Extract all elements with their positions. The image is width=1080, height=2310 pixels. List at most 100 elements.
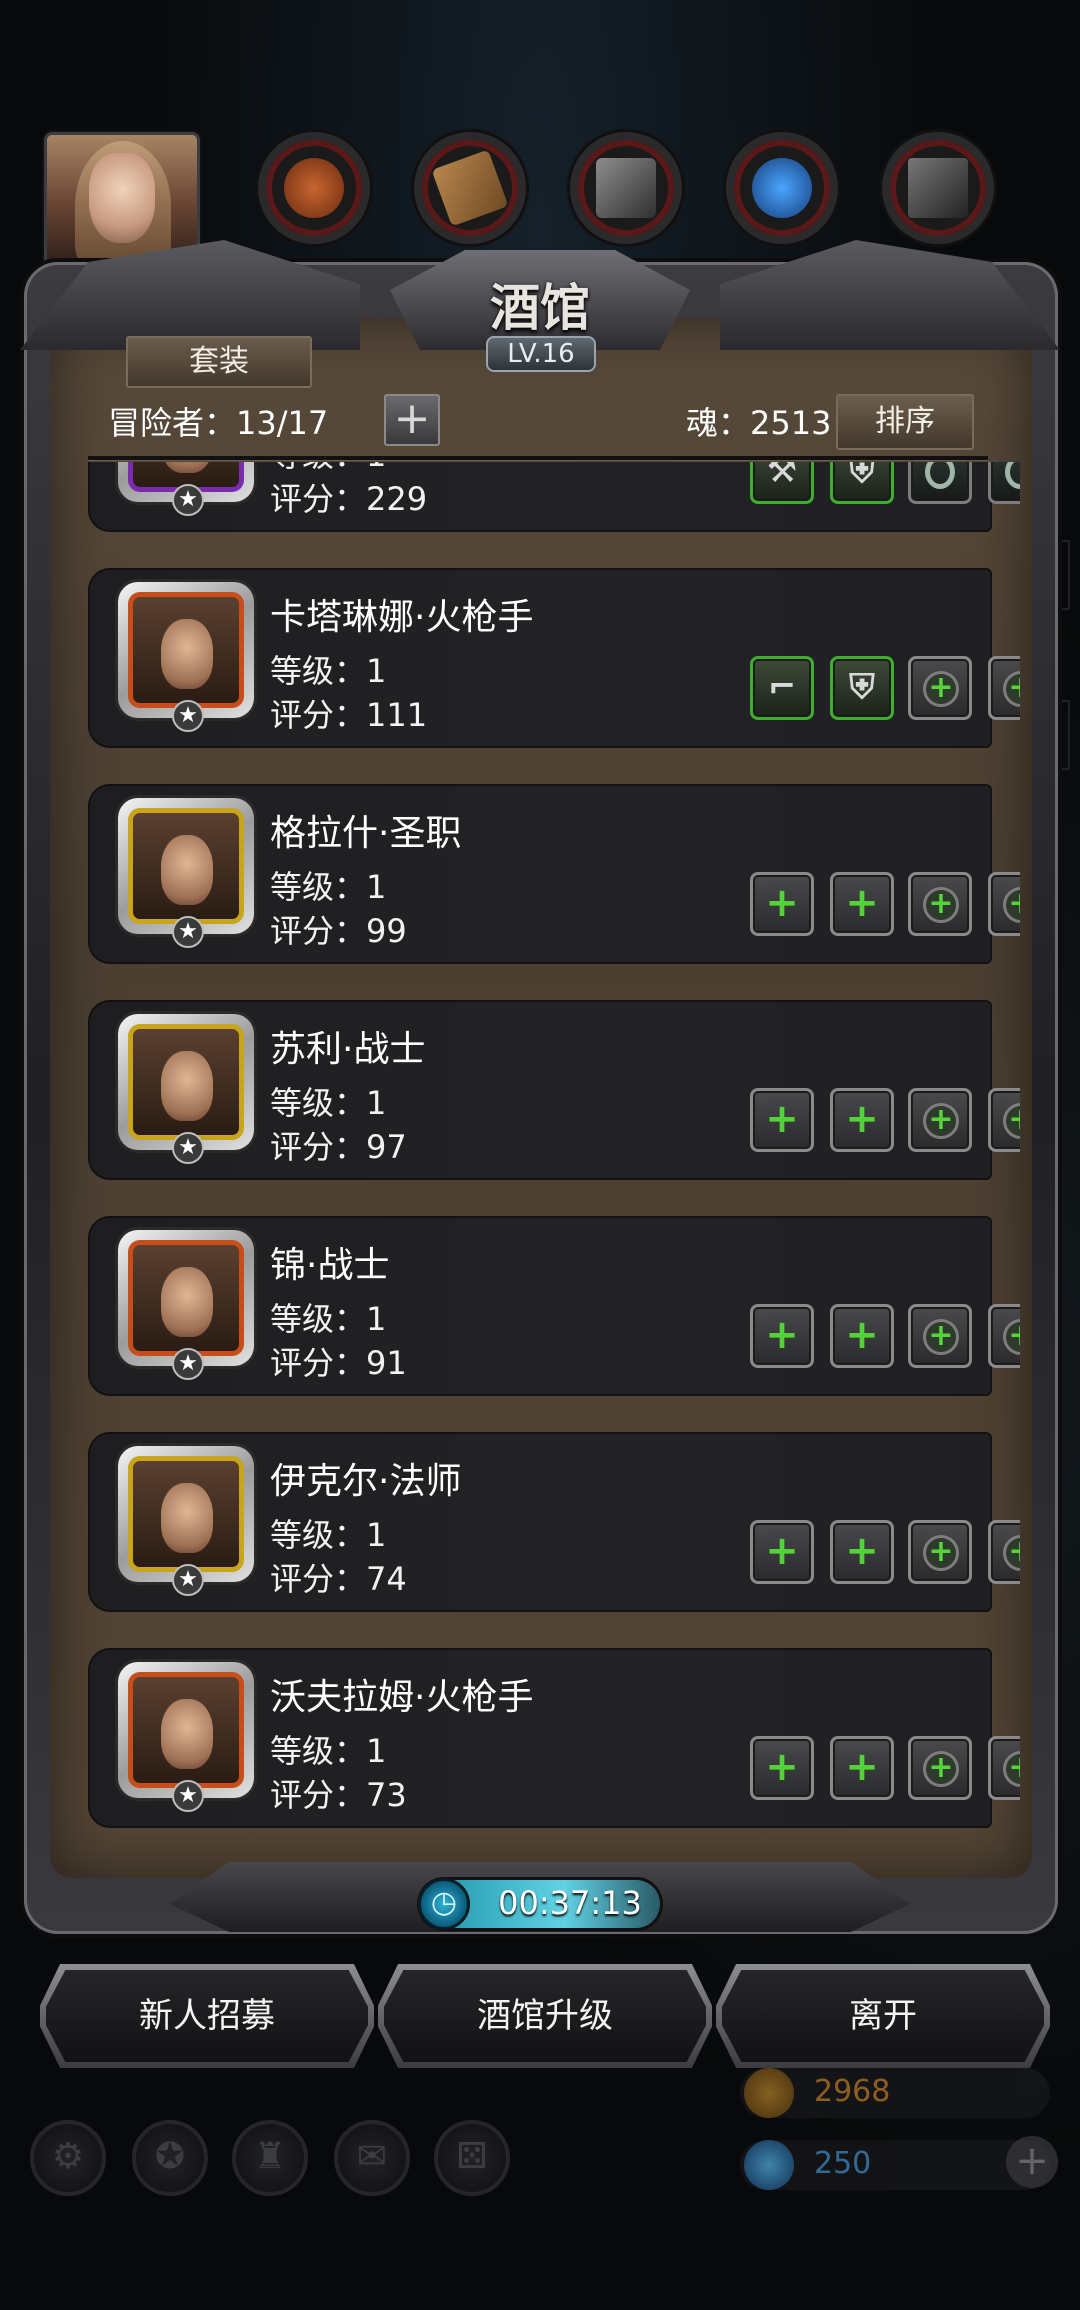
equipment-slot[interactable]: +	[750, 1736, 814, 1800]
equipment-slot[interactable]: +	[830, 1088, 894, 1152]
clock-icon: ◷	[418, 1878, 470, 1930]
equipment-slot[interactable]: +	[988, 1088, 1020, 1152]
hero-avatar[interactable]: ★	[118, 1662, 254, 1812]
hero-avatar[interactable]: ★	[118, 798, 254, 948]
equipment-slot[interactable]: ⛨	[830, 656, 894, 720]
suit-button[interactable]: 套装	[126, 336, 312, 388]
equipment-slot[interactable]: +	[988, 656, 1020, 720]
ring-icon	[1005, 462, 1020, 489]
equipment-slot[interactable]: +	[908, 1088, 972, 1152]
equipment-slot[interactable]: +	[830, 1304, 894, 1368]
equipment-slot[interactable]: +	[988, 1304, 1020, 1368]
equipment-slot[interactable]: +	[988, 872, 1020, 936]
hero-name: 锦·战士	[270, 1245, 390, 1286]
adventurer-count: 冒险者：13/17	[108, 404, 329, 442]
equipment-slot[interactable]: +	[908, 1520, 972, 1584]
equipment-slot[interactable]: +	[830, 872, 894, 936]
dice-icon[interactable]: ⚄	[434, 2120, 510, 2196]
star-icon: ★	[172, 916, 204, 948]
resource-orb-ore[interactable]	[258, 132, 370, 244]
star-icon: ★	[172, 1348, 204, 1380]
armor-icon: ⛨	[849, 667, 875, 707]
castle-icon[interactable]: ♜	[232, 2120, 308, 2196]
hero-card[interactable]: ★ 格拉什·圣职 等级：1 评分：99 + + + +	[88, 784, 1020, 964]
hero-avatar-image	[128, 592, 244, 708]
gold-amount: 2968	[814, 2074, 891, 2109]
star-icon: ★	[172, 484, 204, 516]
hero-portrait	[161, 1267, 213, 1337]
equipment-slot[interactable]: +	[750, 872, 814, 936]
hero-portrait	[161, 1699, 213, 1769]
hero-card[interactable]: ★ 沃夫拉姆·火枪手 等级：1 评分：73 + + + +	[88, 1648, 1020, 1828]
hero-avatar[interactable]: ★	[118, 1230, 254, 1380]
hero-level: 等级：1	[270, 868, 387, 906]
hero-avatar[interactable]: ★	[118, 582, 254, 732]
equipment-slot[interactable]: +	[908, 1304, 972, 1368]
hero-portrait	[161, 1483, 213, 1553]
gun-icon: ⌐	[767, 667, 797, 707]
gold-display: 2968	[740, 2068, 1050, 2118]
axe-icon: ⚒	[766, 462, 798, 491]
sort-button[interactable]: 排序	[836, 394, 974, 450]
hero-avatar-image	[128, 1672, 244, 1788]
crystal-icon	[752, 158, 812, 218]
equipment-slot[interactable]: +	[908, 872, 972, 936]
hero-avatar[interactable]: ★	[118, 1014, 254, 1164]
equipment-slot[interactable]: +	[830, 1520, 894, 1584]
hero-portrait	[161, 835, 213, 905]
equipment-slot[interactable]	[908, 462, 972, 504]
hero-card[interactable]: ★ 苏利·战士 等级：1 评分：97 + + + +	[88, 1000, 1020, 1180]
hero-name: 格拉什·圣职	[270, 813, 462, 854]
add-armor-icon: +	[845, 1528, 879, 1574]
compass-icon[interactable]: ✪	[132, 2120, 208, 2196]
hero-portrait	[161, 462, 213, 473]
equipment-slot[interactable]: +	[908, 656, 972, 720]
add-accessory-icon: +	[1003, 1103, 1020, 1139]
hero-list[interactable]: ★ 等级：1 评分：229 ⚒ ⛨ ★ 卡塔琳娜·火枪手 等级：1 评分：111 …	[60, 462, 1020, 1852]
soul-count: 魂：2513	[686, 404, 832, 442]
hero-avatar[interactable]: ★	[118, 1446, 254, 1596]
equipment-slot[interactable]: ⚒	[750, 462, 814, 504]
resource-orb-iron[interactable]	[570, 132, 682, 244]
mail-icon[interactable]: ✉	[334, 2120, 410, 2196]
leave-button[interactable]: 离开	[722, 1970, 1044, 2062]
hero-score: 评分：99	[270, 912, 407, 950]
steel-icon	[908, 158, 968, 218]
hero-name: 卡塔琳娜·火枪手	[270, 597, 534, 638]
equipment-slot[interactable]: ⛨	[830, 462, 894, 504]
equipment-slot[interactable]: +	[988, 1736, 1020, 1800]
hero-avatar-image	[128, 1024, 244, 1140]
resource-orb-steel[interactable]	[882, 132, 994, 244]
hero-score: 评分：97	[270, 1128, 407, 1166]
star-icon: ★	[172, 700, 204, 732]
add-adventurer-slot-button[interactable]: +	[384, 394, 440, 446]
hero-level: 等级：1	[270, 1300, 387, 1338]
star-icon: ★	[172, 1132, 204, 1164]
equipment-slot[interactable]: +	[830, 1736, 894, 1800]
resource-orb-wood[interactable]	[414, 132, 526, 244]
hero-card[interactable]: ★ 锦·战士 等级：1 评分：91 + + + +	[88, 1216, 1020, 1396]
hero-card[interactable]: ★ 等级：1 评分：229 ⚒⛨	[88, 462, 1020, 532]
add-accessory-icon: +	[1003, 671, 1020, 707]
star-icon: ★	[172, 1564, 204, 1596]
gear-icon[interactable]: ⚙	[30, 2120, 106, 2196]
equipment-slot[interactable]: ⌐	[750, 656, 814, 720]
equipment-slot[interactable]: +	[750, 1520, 814, 1584]
hero-avatar[interactable]: ★	[118, 462, 254, 516]
resource-orb-crystal[interactable]	[726, 132, 838, 244]
add-accessory-icon: +	[1003, 1751, 1020, 1787]
hero-score: 评分：74	[270, 1560, 407, 1598]
recruit-button[interactable]: 新人招募	[46, 1970, 368, 2062]
add-accessory-icon: +	[923, 1751, 959, 1787]
tavern-upgrade-button[interactable]: 酒馆升级	[384, 1970, 706, 2062]
armor-icon: ⛨	[849, 462, 875, 491]
equipment-slot[interactable]: +	[750, 1088, 814, 1152]
add-currency-button[interactable]: +	[1006, 2136, 1058, 2188]
equipment-slot[interactable]: +	[750, 1304, 814, 1368]
equipment-slot[interactable]	[988, 462, 1020, 504]
hero-score: 评分：91	[270, 1344, 407, 1382]
equipment-slot[interactable]: +	[908, 1736, 972, 1800]
hero-card[interactable]: ★ 卡塔琳娜·火枪手 等级：1 评分：111 ⌐ ⛨ + +	[88, 568, 1020, 748]
hero-card[interactable]: ★ 伊克尔·法师 等级：1 评分：74 + + + +	[88, 1432, 1020, 1612]
equipment-slot[interactable]: +	[988, 1520, 1020, 1584]
